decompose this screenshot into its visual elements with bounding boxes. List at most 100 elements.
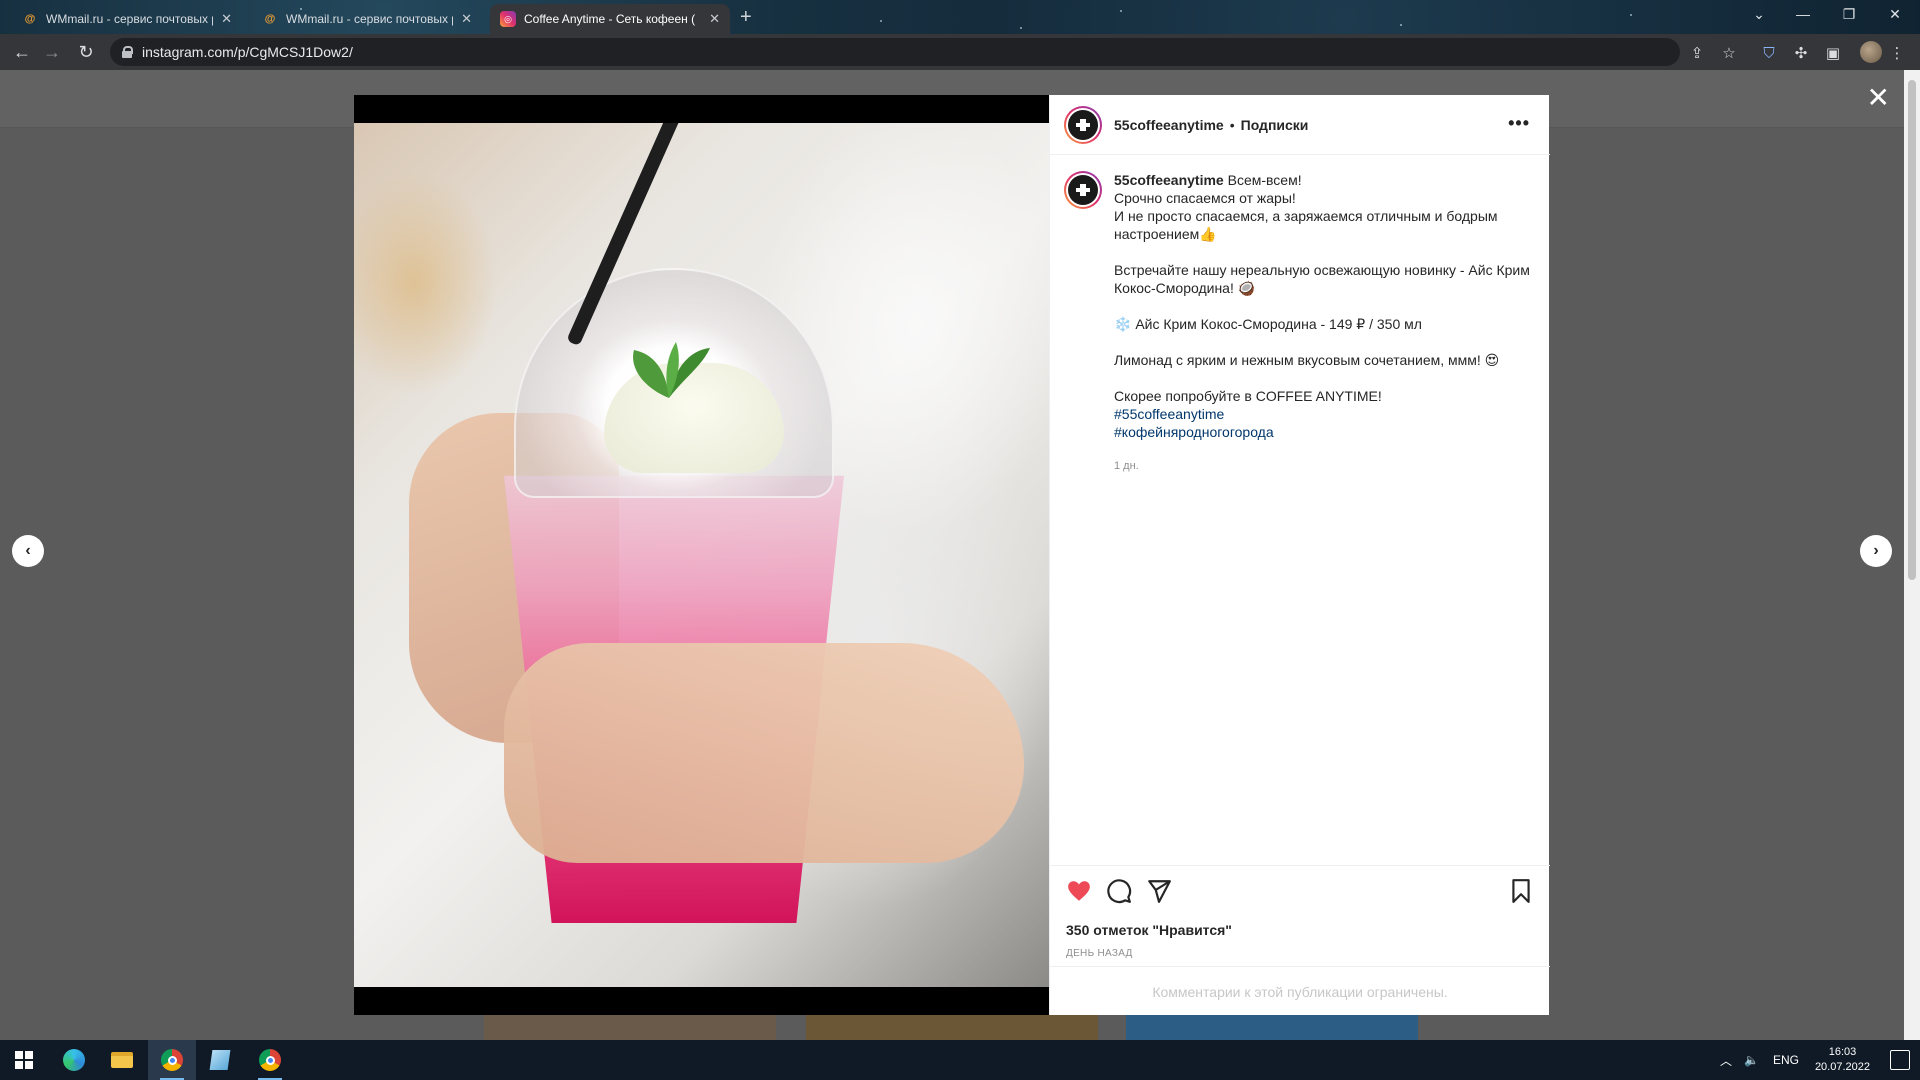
grid-thumbnail[interactable] [1126, 1015, 1418, 1040]
caption-line: Срочно спасаемся от жары! [1114, 190, 1296, 206]
tab-search-icon[interactable]: ⌄ [1736, 0, 1782, 28]
share-direct-icon[interactable] [1146, 878, 1172, 904]
edge-app[interactable] [50, 1040, 98, 1080]
instagram-icon: ◎ [500, 11, 516, 27]
scrollbar-thumb[interactable] [1908, 80, 1916, 580]
reload-icon[interactable]: ↻ [74, 40, 98, 64]
chrome-icon [161, 1049, 183, 1071]
cup-logo-icon [1076, 118, 1090, 131]
lock-icon [122, 46, 133, 58]
start-button[interactable] [0, 1040, 48, 1080]
folder-icon [111, 1052, 133, 1068]
file-explorer-app[interactable] [98, 1040, 146, 1080]
window-close-button[interactable]: ✕ [1872, 0, 1918, 28]
caption-line: И не просто спасаемся, а заряжаемся отли… [1114, 208, 1498, 242]
post-sidebar: 55coffeeanytime • Подписки ••• 55coffeea… [1049, 95, 1550, 1015]
browser-tab-active[interactable]: ◎ Coffee Anytime - Сеть кофеен ( ✕ [490, 4, 730, 34]
caption-time[interactable]: 1 дн. [1114, 457, 1534, 475]
prev-post-button[interactable]: ‹ [12, 535, 44, 567]
share-icon[interactable]: ⇪ [1686, 42, 1708, 64]
back-icon[interactable]: ← [10, 40, 34, 64]
minimize-button[interactable]: — [1780, 0, 1826, 28]
background-star [1020, 27, 1022, 29]
tab-title: WMmail.ru - сервис почтовых р [286, 12, 454, 26]
caption-paragraph: Лимонад с ярким и нежным вкусовым сочета… [1114, 352, 1500, 368]
address-bar[interactable]: instagram.com/p/CgMCSJ1Dow2/ [110, 38, 1680, 66]
browser-tab[interactable]: @ WMmail.ru - сервис почтовых р ✕ [12, 4, 242, 34]
profile-avatar[interactable] [1860, 41, 1882, 63]
language-indicator[interactable]: ENG [1773, 1053, 1799, 1067]
clock-date: 20.07.2022 [1814, 1061, 1870, 1073]
windows-taskbar: ︿ 🔈 ENG 16:03 20.07.2022 [0, 1040, 1920, 1080]
separator-dot: • [1229, 116, 1235, 133]
taskbar-clock[interactable]: 16:03 20.07.2022 [1815, 1045, 1870, 1075]
caption-line: Всем-всем! [1227, 172, 1302, 188]
comment-icon[interactable] [1106, 878, 1132, 904]
post-media[interactable] [354, 95, 1049, 1015]
post-photo [354, 123, 1049, 987]
browser-tabstrip: @ WMmail.ru - сервис почтовых р ✕ @ WMma… [0, 0, 1920, 34]
chrome-icon [259, 1049, 281, 1071]
comments-limited-notice: Комментарии к этой публикации ограничены… [1050, 966, 1550, 1016]
menu-icon[interactable]: ⋮ [1886, 42, 1908, 64]
windows-logo-icon [15, 1051, 33, 1069]
more-options-icon[interactable]: ••• [1508, 113, 1530, 134]
hand-shape [504, 643, 1024, 863]
restore-button[interactable]: ❐ [1826, 0, 1872, 28]
shield-icon[interactable]: ⛉ [1758, 42, 1780, 64]
mint-leaf-icon [633, 342, 710, 398]
close-icon[interactable]: ✕ [461, 11, 472, 27]
avatar[interactable] [1064, 105, 1102, 144]
next-post-button[interactable]: › [1860, 535, 1892, 567]
grid-thumbnail[interactable] [806, 1015, 1098, 1040]
post-header: 55coffeeanytime • Подписки ••• [1050, 95, 1550, 155]
close-icon[interactable]: ✕ [709, 11, 720, 27]
browser-toolbar: ← → ↻ instagram.com/p/CgMCSJ1Dow2/ ⇪ ☆ ⛉… [0, 34, 1920, 70]
background-star [880, 20, 882, 22]
caption-text: 55coffeeanytime Всем-всем! Срочно спасае… [1114, 171, 1534, 475]
browser-tab[interactable]: @ WMmail.ru - сервис почтовых р ✕ [252, 4, 482, 34]
posted-time[interactable]: ДЕНЬ НАЗАД [1066, 948, 1133, 959]
wmmail-icon: @ [24, 13, 36, 25]
system-tray: ︿ 🔈 ENG [1720, 1040, 1799, 1080]
cup-logo-icon [1076, 184, 1090, 196]
extensions-icon[interactable]: ✣ [1790, 42, 1812, 64]
caption-username[interactable]: 55coffeeanytime [1114, 172, 1224, 188]
new-tab-button[interactable]: + [740, 6, 752, 29]
wmmail-icon: @ [264, 13, 276, 25]
caption-paragraph: Встречайте нашу нереальную освежающую но… [1114, 262, 1530, 296]
post-username[interactable]: 55coffeeanytime [1114, 117, 1224, 133]
background-star [1400, 24, 1402, 26]
following-button[interactable]: Подписки [1241, 117, 1309, 133]
background-star [1630, 14, 1632, 16]
caption-paragraph: ❄️ Айс Крим Кокос-Смородина - 149 ₽ / 35… [1114, 316, 1422, 332]
bookmark-star-icon[interactable]: ☆ [1718, 42, 1740, 64]
caption-avatar[interactable] [1064, 171, 1102, 209]
modal-close-icon[interactable]: ✕ [1867, 84, 1890, 112]
grid-thumbnail[interactable] [484, 1015, 776, 1040]
chrome-app[interactable] [246, 1040, 294, 1080]
hashtag-link[interactable]: #55coffeeanytime [1114, 405, 1534, 423]
like-heart-icon[interactable] [1066, 878, 1092, 904]
save-bookmark-icon[interactable] [1508, 878, 1534, 904]
url-text: instagram.com/p/CgMCSJ1Dow2/ [142, 44, 353, 60]
likes-count[interactable]: 350 отметок "Нравится" [1066, 922, 1232, 938]
post-actions: 350 отметок "Нравится" ДЕНЬ НАЗАД Коммен… [1050, 865, 1550, 1015]
tray-chevron-icon[interactable]: ︿ [1720, 1052, 1732, 1069]
tab-title: Coffee Anytime - Сеть кофеен ( [524, 12, 696, 26]
notification-center-icon[interactable] [1890, 1050, 1910, 1070]
chrome-app[interactable] [148, 1040, 196, 1080]
hashtag-link[interactable]: #кофейняродногогорода [1114, 423, 1534, 441]
clock-time: 16:03 [1828, 1046, 1857, 1058]
sidepanel-icon[interactable]: ▣ [1822, 42, 1844, 64]
forward-icon[interactable]: → [40, 40, 64, 64]
tab-title: WMmail.ru - сервис почтовых р [46, 12, 214, 26]
close-icon[interactable]: ✕ [221, 11, 232, 27]
page-scrollbar[interactable] [1904, 70, 1920, 1040]
post-caption: 55coffeeanytime Всем-всем! Срочно спасае… [1064, 171, 1534, 475]
volume-icon[interactable]: 🔈 [1744, 1053, 1759, 1067]
caption-paragraph: Скорее попробуйте в COFFEE ANYTIME! [1114, 388, 1382, 404]
background-star [1120, 10, 1122, 12]
notes-app[interactable] [196, 1040, 244, 1080]
post-modal: 55coffeeanytime • Подписки ••• 55coffeea… [354, 95, 1550, 1015]
